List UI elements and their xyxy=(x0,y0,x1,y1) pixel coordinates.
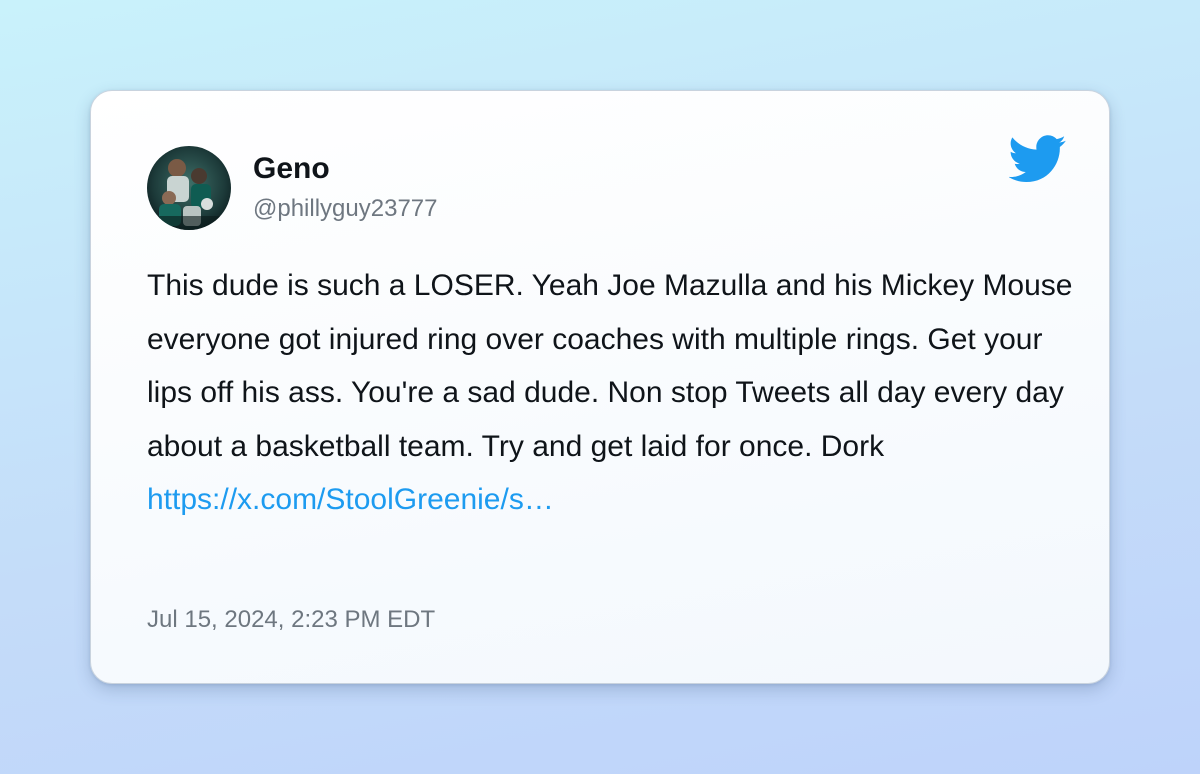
twitter-bird-icon[interactable] xyxy=(1008,135,1067,183)
tweet-body: This dude is such a LOSER. Yeah Joe Mazu… xyxy=(147,269,1073,463)
tweet-link[interactable]: https://x.com/StoolGreenie/s… xyxy=(147,473,1077,527)
tweet-card: Geno @phillyguy23777 This dude is such a… xyxy=(90,90,1110,684)
user-avatar[interactable] xyxy=(147,146,231,230)
avatar-image xyxy=(147,146,231,230)
tweet-text: This dude is such a LOSER. Yeah Joe Mazu… xyxy=(147,259,1077,527)
author-name[interactable]: Geno xyxy=(253,151,330,187)
tweet-timestamp[interactable]: Jul 15, 2024, 2:23 PM EDT xyxy=(147,605,435,635)
author-handle[interactable]: @phillyguy23777 xyxy=(253,194,438,224)
